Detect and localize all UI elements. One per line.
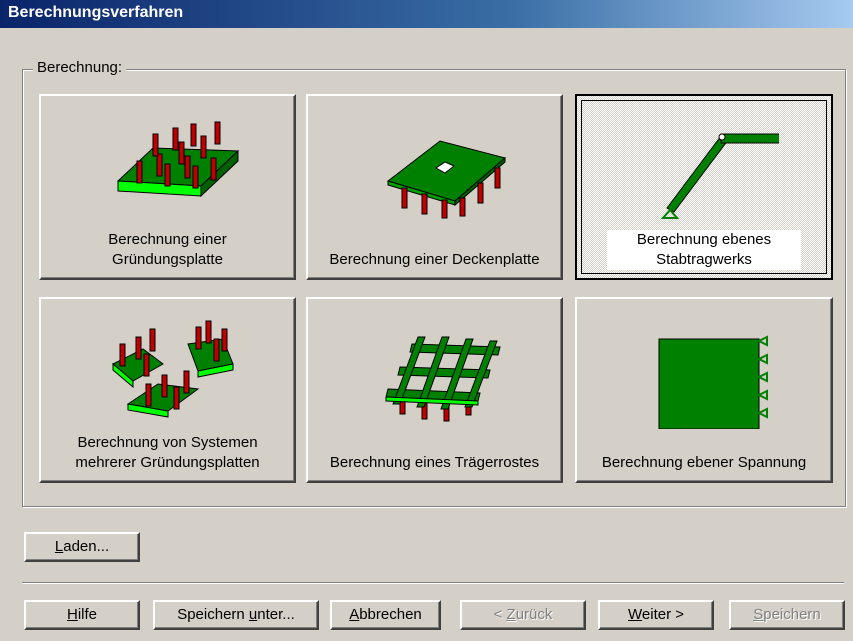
back-button[interactable]: < Zurück bbox=[460, 600, 586, 630]
next-button[interactable]: Weiter > bbox=[598, 600, 714, 630]
tile-floor-slab[interactable]: Berechnung einer Deckenplatte bbox=[306, 94, 563, 280]
plane-stress-icon bbox=[658, 335, 768, 429]
multiple-slabs-icon bbox=[111, 320, 234, 418]
separator bbox=[22, 582, 844, 584]
girder-grid-icon bbox=[384, 336, 501, 422]
tile-plane-frame[interactable]: Berechnung ebenes Stabtragwerks bbox=[575, 94, 833, 280]
save-as-button[interactable]: Speichern unter... bbox=[153, 600, 319, 630]
floor-slab-icon bbox=[386, 140, 506, 219]
tile-plane-stress[interactable]: Berechnung ebener Spannung bbox=[575, 297, 833, 483]
tile-label: Berechnung ebener Spannung bbox=[601, 454, 807, 471]
tile-label: Berechnung eines Trägerrostes bbox=[329, 454, 540, 471]
tile-label: Berechnung einer Gründungsplatte bbox=[108, 231, 227, 268]
foundation-slab-icon bbox=[116, 121, 239, 198]
title-bar: Berechnungsverfahren bbox=[0, 0, 853, 28]
tile-label: Berechnung ebenes Stabtragwerks bbox=[607, 230, 801, 270]
group-label: Berechnung: bbox=[33, 59, 127, 76]
tile-label: Berechnung von Systemen mehrerer Gründung… bbox=[75, 434, 260, 471]
save-button[interactable]: Speichern bbox=[729, 600, 845, 630]
window-title: Berechnungsverfahren bbox=[8, 4, 184, 21]
load-button[interactable]: Laden... bbox=[24, 532, 140, 562]
tile-foundation-slab[interactable]: Berechnung einer Gründungsplatte bbox=[39, 94, 296, 280]
tile-multiple-slabs[interactable]: Berechnung von Systemen mehrerer Gründung… bbox=[39, 297, 296, 483]
tile-girder-grid[interactable]: Berechnung eines Trägerrostes bbox=[306, 297, 563, 483]
help-button[interactable]: Hilfe bbox=[24, 600, 140, 630]
plane-frame-icon bbox=[660, 133, 779, 219]
cancel-button[interactable]: Abbrechen bbox=[330, 600, 441, 630]
tile-label: Berechnung einer Deckenplatte bbox=[329, 251, 540, 268]
